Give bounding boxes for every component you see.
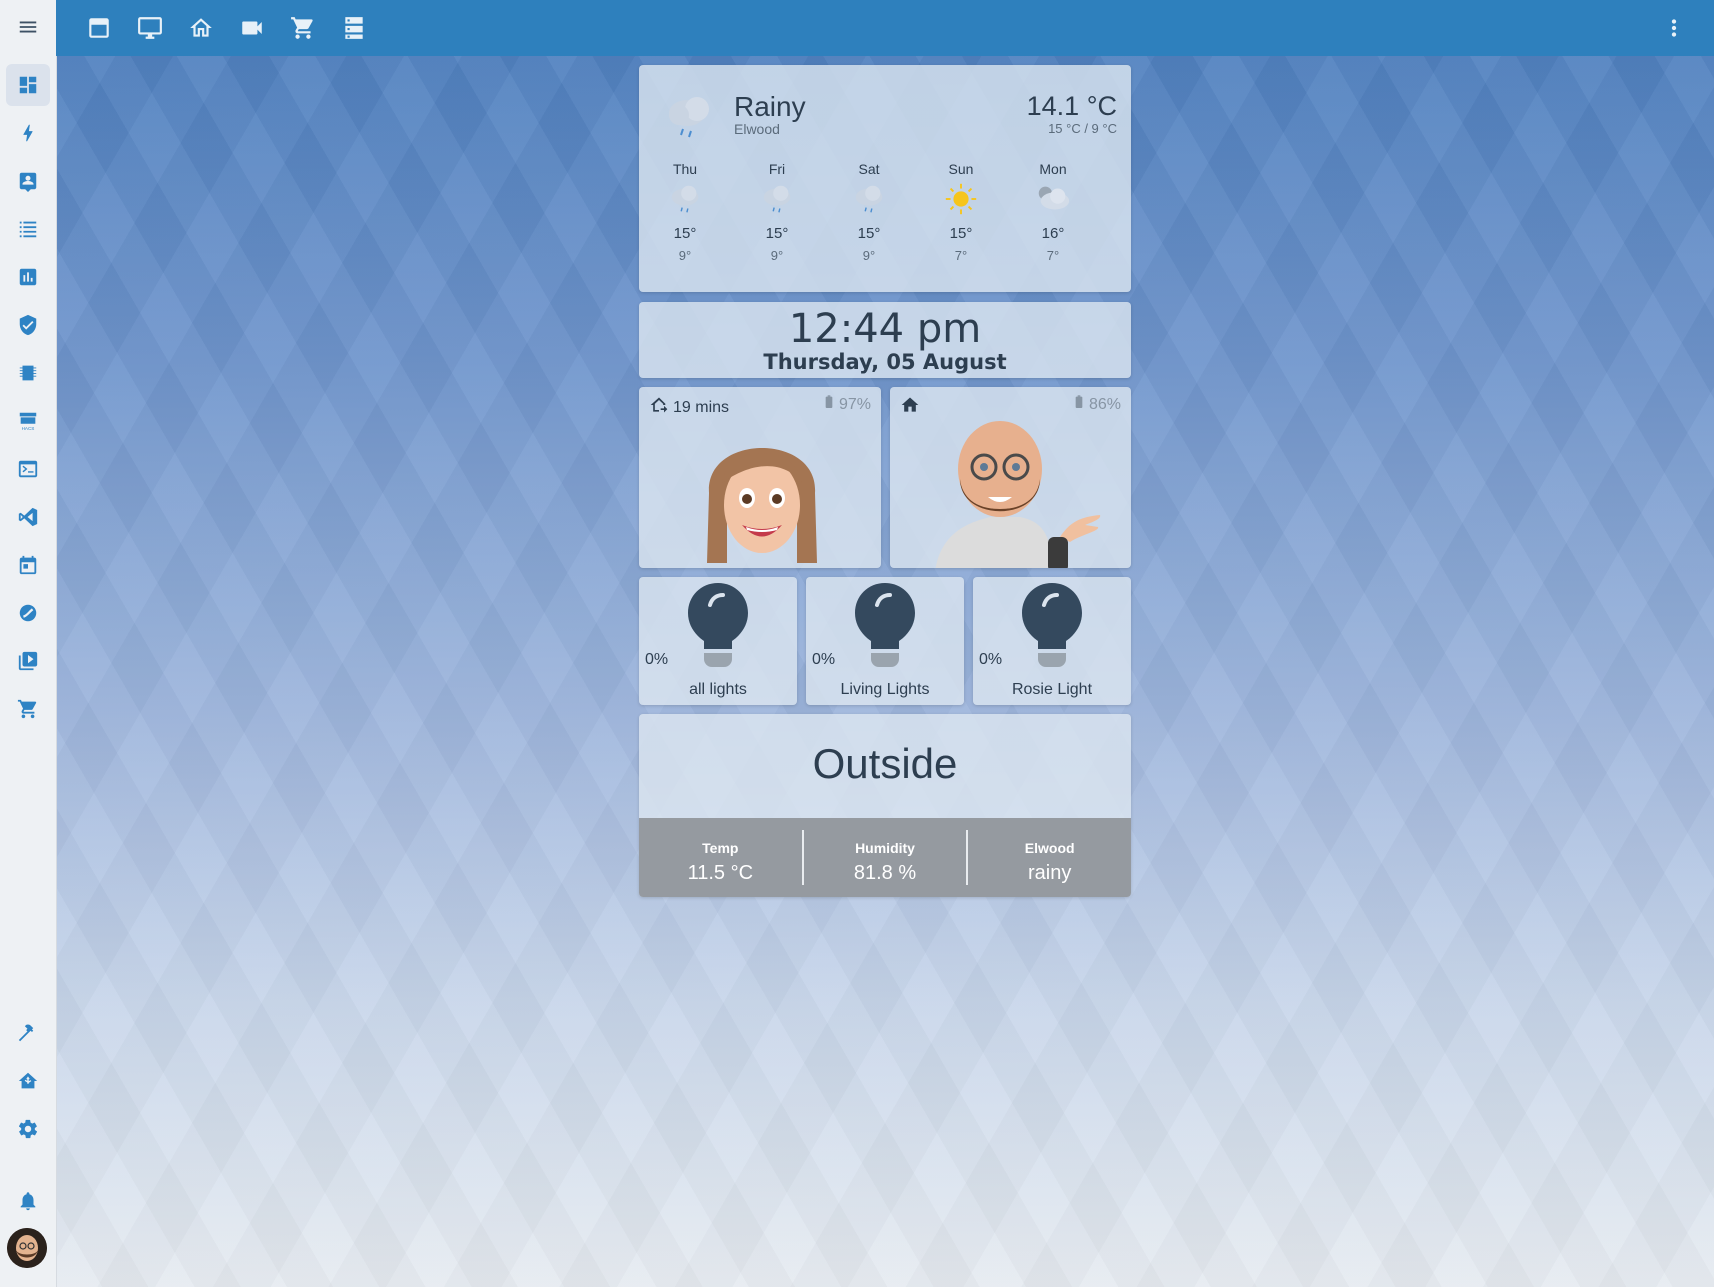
developer-tools-icon[interactable]: [6, 1012, 50, 1054]
tab-home-icon[interactable]: [185, 12, 217, 44]
vscode-icon[interactable]: [6, 496, 50, 538]
outside-stats-bar: Temp 11.5 °C Humidity 81.8 % Elwood rain…: [639, 818, 1131, 897]
forecast-low: 9°: [678, 248, 692, 263]
clock-time: 12:44 pm: [788, 306, 982, 352]
battery-icon: [825, 395, 833, 414]
forecast-low: 9°: [862, 248, 876, 263]
media-icon[interactable]: [6, 640, 50, 682]
map-icon[interactable]: [6, 160, 50, 202]
stat-value: rainy: [1028, 862, 1072, 884]
forecast-day-name: Fri: [768, 161, 786, 177]
person-avatar: [930, 417, 1110, 568]
weather-location: Elwood: [734, 121, 780, 137]
person-avatar: [697, 413, 827, 568]
forecast-day-name: Sun: [948, 161, 974, 177]
forecast-day-name: Mon: [1039, 161, 1067, 177]
battery-level: 86%: [1088, 395, 1121, 413]
sidebar: HACS: [0, 0, 57, 1287]
forecast-low: 7°: [954, 248, 968, 263]
rainy-icon: [639, 177, 731, 221]
node-red-icon[interactable]: [6, 592, 50, 634]
tab-dashboard-icon[interactable]: [83, 12, 115, 44]
forecast-day-name: Thu: [672, 161, 698, 177]
rainy-icon: [731, 177, 823, 221]
tab-server-icon[interactable]: [338, 12, 370, 44]
tab-camera-icon[interactable]: [236, 12, 268, 44]
outside-title: Outside: [812, 740, 958, 787]
person-card[interactable]: 19 mins 97%: [639, 387, 881, 568]
terminal-icon[interactable]: [6, 448, 50, 490]
forecast-high: 15°: [765, 225, 789, 242]
forecast-high: 15°: [673, 225, 697, 242]
light-card[interactable]: 0% Living Lights: [806, 577, 964, 705]
history-icon[interactable]: [6, 256, 50, 298]
tab-monitor-icon[interactable]: [134, 12, 166, 44]
home-icon: [900, 395, 920, 420]
overview-icon[interactable]: [6, 64, 50, 106]
rainy-icon: [823, 177, 915, 221]
stat-label: Humidity: [855, 840, 915, 856]
lightbulb-icon: [851, 581, 919, 677]
forecast-high: 15°: [857, 225, 881, 242]
rain-cloud-icon: [659, 83, 719, 143]
clock-card: 12:44 pm Thursday, 05 August: [639, 302, 1131, 378]
forecast-day: Fri 15° 9°: [731, 161, 823, 263]
logbook-icon[interactable]: [6, 208, 50, 250]
esphome-icon[interactable]: [6, 352, 50, 394]
security-icon[interactable]: [6, 304, 50, 346]
stat-value: 11.5 °C: [687, 862, 754, 884]
lightbulb-icon: [684, 581, 752, 677]
supervisor-icon[interactable]: [6, 1060, 50, 1102]
user-avatar[interactable]: [7, 1228, 47, 1268]
forecast-low: 7°: [1046, 248, 1060, 263]
stat-humidity[interactable]: Humidity 81.8 %: [804, 818, 967, 897]
person-card[interactable]: 86%: [890, 387, 1131, 568]
light-card[interactable]: 0% Rosie Light: [973, 577, 1131, 705]
forecast-high: 15°: [949, 225, 973, 242]
light-level: 0%: [645, 651, 669, 668]
light-level: 0%: [979, 651, 1003, 668]
forecast-day: Thu 15° 9°: [639, 161, 731, 263]
light-name: Living Lights: [840, 681, 930, 698]
weather-temperature: 14.1 °C: [1026, 91, 1117, 121]
calendar-icon[interactable]: [6, 544, 50, 586]
weather-card[interactable]: Rainy Elwood 14.1 °C 15 °C / 9 °C Thu 15…: [639, 65, 1131, 292]
svg-text:HACS: HACS: [22, 426, 35, 431]
stat-value: 81.8 %: [853, 862, 917, 884]
forecast-day: Sat 15° 9°: [823, 161, 915, 263]
battery-icon: [1075, 395, 1083, 414]
sunny-icon: [915, 177, 1007, 221]
forecast-high: 16°: [1041, 225, 1065, 242]
forecast-day-name: Sat: [858, 161, 880, 177]
outside-card[interactable]: Outside Temp 11.5 °C Humidity 81.8 % Elw…: [639, 714, 1131, 897]
top-bar: [56, 0, 1714, 56]
notifications-icon[interactable]: [6, 1180, 50, 1222]
stat-temp[interactable]: Temp 11.5 °C: [639, 818, 802, 897]
weather-condition: Rainy: [734, 91, 806, 122]
stat-label: Elwood: [1024, 840, 1075, 856]
home-export-icon: [649, 395, 669, 420]
battery-level: 97%: [838, 395, 871, 413]
forecast-day: Sun 15° 7°: [915, 161, 1007, 263]
settings-icon[interactable]: [6, 1108, 50, 1150]
stat-label: Temp: [702, 840, 739, 856]
forecast-day: Mon 16° 7°: [1007, 161, 1099, 263]
energy-icon[interactable]: [6, 112, 50, 154]
lightbulb-icon: [1018, 581, 1086, 677]
stat-weather[interactable]: Elwood rainy: [968, 818, 1131, 897]
clock-date: Thursday, 05 August: [763, 350, 1007, 374]
light-card[interactable]: 0% all lights: [639, 577, 797, 705]
tab-cart-icon[interactable]: [287, 12, 319, 44]
menu-icon[interactable]: [6, 6, 50, 48]
hacs-icon[interactable]: HACS: [6, 400, 50, 442]
weather-range: 15 °C / 9 °C: [1048, 121, 1117, 136]
light-name: all lights: [689, 681, 747, 698]
shopping-cart-icon[interactable]: [6, 688, 50, 730]
more-vertical-icon[interactable]: [1658, 12, 1690, 44]
light-name: Rosie Light: [1011, 681, 1093, 698]
light-level: 0%: [812, 651, 836, 668]
cloudy-icon: [1007, 177, 1099, 221]
forecast-low: 9°: [770, 248, 784, 263]
